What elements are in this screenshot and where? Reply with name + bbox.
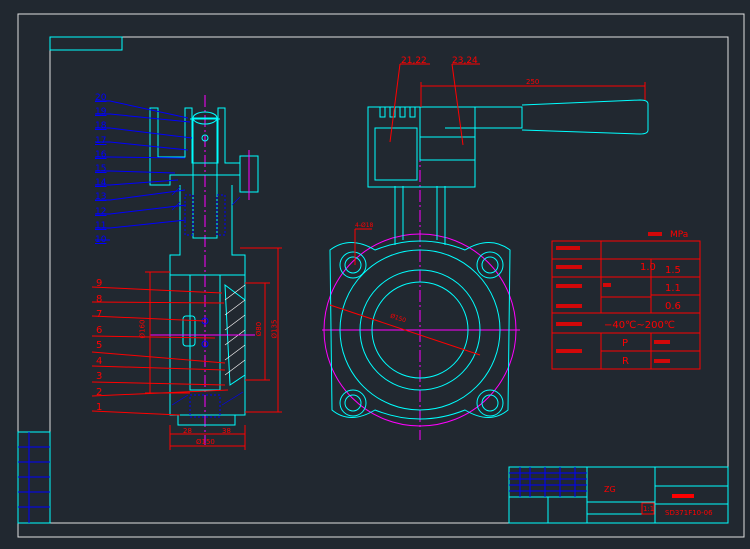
part-label: 2 — [96, 386, 103, 398]
drawing-title — [672, 494, 694, 498]
left-section-view — [91, 95, 282, 450]
callout-23-24: 23,24 — [452, 56, 478, 66]
part-label: 7 — [96, 309, 103, 320]
dim-w-right: 38 — [222, 427, 231, 435]
dim-handle-length: 250 — [526, 78, 540, 86]
cad-drawing — [17, 13, 745, 538]
drawing-number: SD371F10-06 — [665, 509, 713, 517]
code-p: P — [622, 338, 629, 349]
side-strip — [17, 431, 51, 524]
scale: 1:1 — [643, 505, 655, 513]
callout-21-22: 21,22 — [401, 56, 427, 66]
dim-d-left: Ø160 — [138, 319, 147, 339]
part-label: 17 — [95, 135, 107, 146]
part-label: 11 — [95, 220, 107, 231]
part-label: 13 — [95, 192, 107, 203]
dim-w-left: 28 — [183, 427, 192, 435]
part-label: 19 — [95, 107, 107, 118]
part-label: 8 — [96, 293, 103, 305]
seal-test-water: 1.1 — [665, 283, 681, 294]
right-front-view — [322, 63, 649, 440]
dim-w-total: Ø150 — [196, 438, 215, 446]
corner-box — [49, 36, 123, 51]
part-label: 6 — [96, 324, 103, 336]
part-label: 18 — [95, 121, 107, 132]
part-label: 14 — [95, 178, 107, 189]
part-label: 9 — [96, 278, 103, 289]
nominal-pressure: 1.0 — [640, 262, 656, 273]
part-label: 1 — [96, 402, 103, 413]
temperature-range: −40℃~200℃ — [604, 320, 676, 331]
seal-test-air: 0.6 — [665, 301, 681, 312]
dim-bolt-holes: 4-Ø18 — [355, 222, 374, 229]
outer-frame — [17, 13, 745, 538]
dim-d-seat: Ø80 — [255, 321, 264, 337]
part-label: 3 — [96, 371, 103, 382]
part-label: 5 — [96, 340, 103, 351]
part-label: 10 — [95, 235, 107, 246]
shell-test-pressure: 1.5 — [665, 265, 681, 276]
company-mark: ZG — [604, 485, 616, 494]
dim-d-right: Ø135 — [270, 319, 279, 339]
part-label: 20 — [95, 93, 107, 103]
unit-label: MPa — [670, 230, 689, 240]
part-label: 16 — [95, 149, 107, 160]
part-label: 4 — [96, 355, 103, 367]
part-label: 15 — [95, 164, 107, 175]
part-label: 12 — [95, 206, 107, 217]
code-r: R — [622, 356, 629, 367]
